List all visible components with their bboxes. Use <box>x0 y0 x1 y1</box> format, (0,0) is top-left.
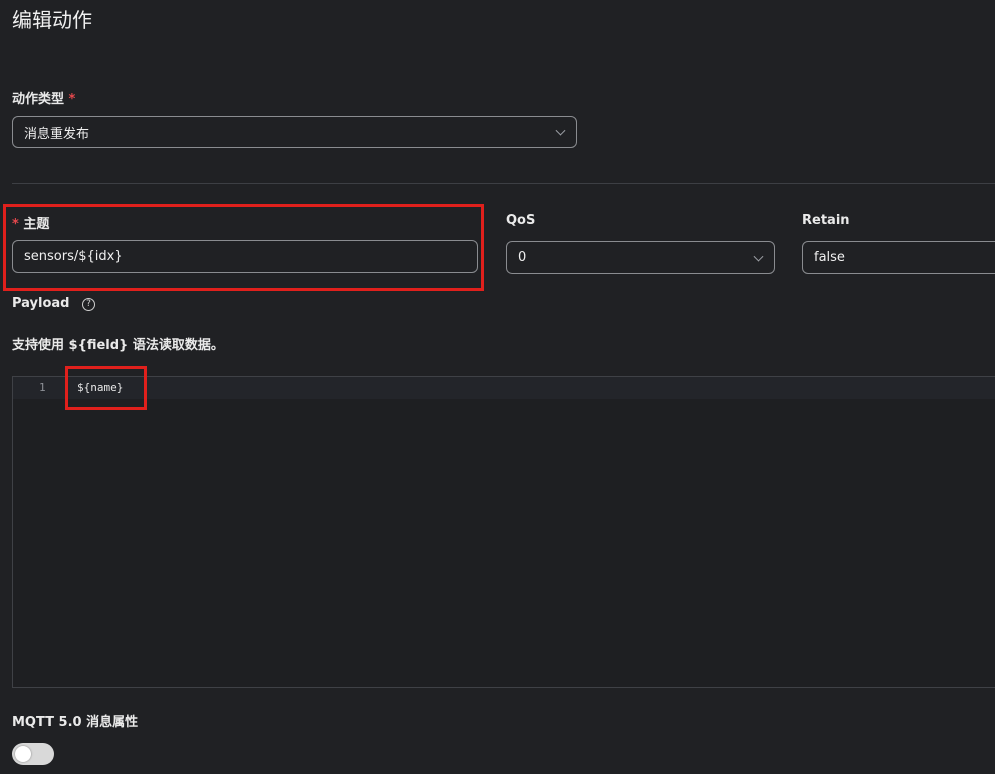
action-type-select[interactable]: 消息重发布 <box>12 116 577 148</box>
section-divider <box>12 183 995 184</box>
required-mark: * <box>68 92 76 107</box>
toggle-knob <box>15 746 31 762</box>
chevron-down-icon <box>555 125 566 136</box>
editor-active-line <box>13 377 995 399</box>
retain-value: false <box>814 250 845 265</box>
question-circle-icon[interactable]: ? <box>82 298 96 311</box>
mqtt5-toggle[interactable] <box>12 743 54 765</box>
chevron-down-icon <box>753 251 764 262</box>
retain-label: Retain <box>802 213 850 228</box>
qos-label: QoS <box>506 213 536 228</box>
qos-select[interactable]: 0 <box>506 241 775 274</box>
highlight-box-payload <box>65 366 147 410</box>
payload-label-text: Payload <box>12 296 70 311</box>
payload-hint: 支持使用 ${field} 语法读取数据。 <box>12 338 224 353</box>
line-number: 1 <box>39 381 46 394</box>
highlight-box-topic <box>3 204 484 291</box>
qos-value: 0 <box>518 250 527 265</box>
page-title: 编辑动作 <box>12 8 92 32</box>
action-type-value: 消息重发布 <box>24 126 90 142</box>
action-type-label: 动作类型 * <box>12 88 75 107</box>
action-type-label-text: 动作类型 <box>12 92 65 107</box>
payload-label: Payload ? <box>12 296 96 311</box>
retain-select[interactable]: false <box>802 241 995 274</box>
payload-editor[interactable]: 1 ${name} <box>12 376 995 688</box>
mqtt5-label: MQTT 5.0 消息属性 <box>12 715 139 730</box>
